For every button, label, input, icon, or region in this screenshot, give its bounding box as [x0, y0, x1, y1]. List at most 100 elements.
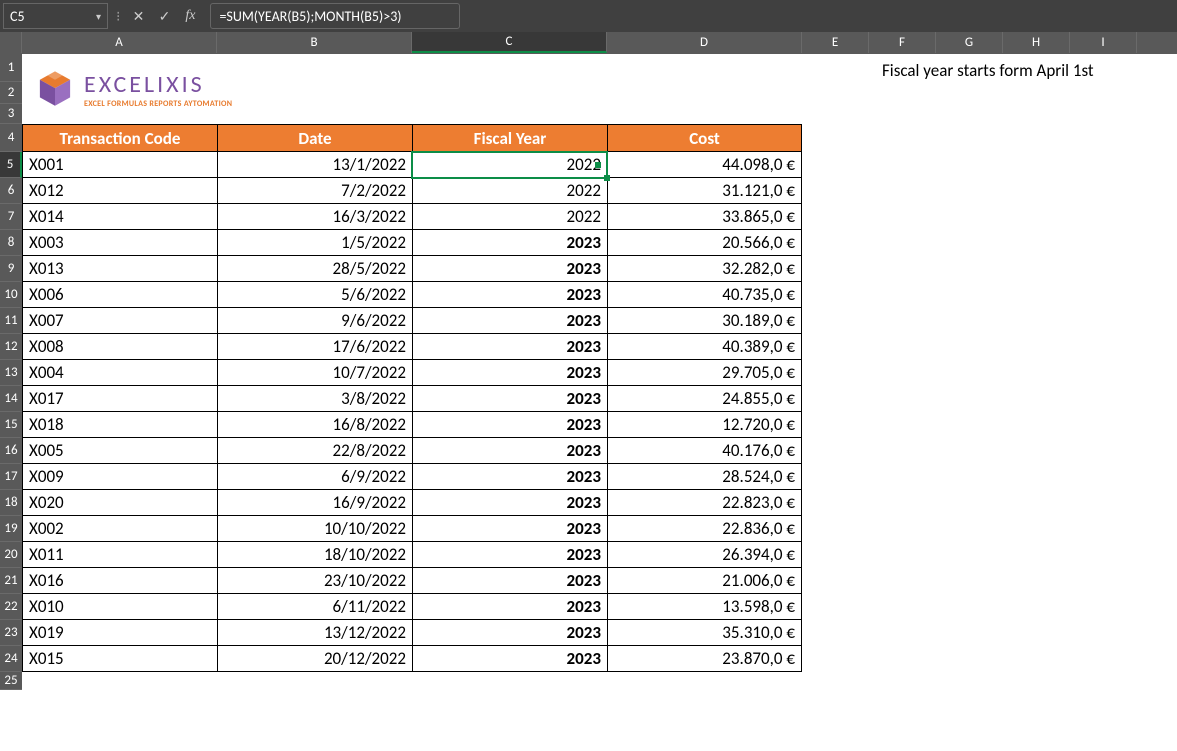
cell-fiscal-year[interactable]: 2023: [412, 542, 607, 568]
row-header-23[interactable]: 23: [0, 620, 22, 646]
cell-cost[interactable]: 28.524,0 €: [607, 464, 802, 490]
cell-code[interactable]: X006: [22, 282, 217, 308]
row-header-20[interactable]: 20: [0, 542, 22, 568]
row-header-22[interactable]: 22: [0, 594, 22, 620]
cell-code[interactable]: X004: [22, 360, 217, 386]
row-header-12[interactable]: 12: [0, 334, 22, 360]
cell-date[interactable]: 16/8/2022: [217, 412, 412, 438]
row-header-13[interactable]: 13: [0, 360, 22, 386]
col-header-H[interactable]: H: [1003, 32, 1070, 53]
cell-cost[interactable]: 33.865,0 €: [607, 204, 802, 230]
cell-fiscal-year[interactable]: 2022: [412, 152, 607, 178]
cell-date[interactable]: 13/12/2022: [217, 620, 412, 646]
cell-fiscal-year[interactable]: 2023: [412, 620, 607, 646]
cell-code[interactable]: X009: [22, 464, 217, 490]
cell-code[interactable]: X001: [22, 152, 217, 178]
cell-code[interactable]: X013: [22, 256, 217, 282]
cell-cost[interactable]: 29.705,0 €: [607, 360, 802, 386]
cell-date[interactable]: 16/3/2022: [217, 204, 412, 230]
header-fiscal-year[interactable]: Fiscal Year: [412, 124, 607, 152]
cell-code[interactable]: X007: [22, 308, 217, 334]
cancel-icon[interactable]: ✕: [128, 8, 148, 25]
name-box[interactable]: C5 ▾: [3, 3, 108, 29]
cell-cost[interactable]: 40.176,0 €: [607, 438, 802, 464]
cell-date[interactable]: 13/1/2022: [217, 152, 412, 178]
cell-fiscal-year[interactable]: 2023: [412, 256, 607, 282]
cell-code[interactable]: X017: [22, 386, 217, 412]
row-header-21[interactable]: 21: [0, 568, 22, 594]
cell-fiscal-year[interactable]: 2023: [412, 594, 607, 620]
row-header-19[interactable]: 19: [0, 516, 22, 542]
header-transaction-code[interactable]: Transaction Code: [22, 124, 217, 152]
cell-code[interactable]: X018: [22, 412, 217, 438]
cell-code[interactable]: X019: [22, 620, 217, 646]
row-header-1[interactable]: 1: [0, 54, 22, 82]
grid-content[interactable]: EXCELIXIS EXCEL FORMULAS REPORTS AYTOMAT…: [22, 54, 1177, 690]
cell-fiscal-year[interactable]: 2023: [412, 490, 607, 516]
row-header-17[interactable]: 17: [0, 464, 22, 490]
row-header-15[interactable]: 15: [0, 412, 22, 438]
row-header-5[interactable]: 5: [0, 152, 22, 178]
cell-cost[interactable]: 21.006,0 €: [607, 568, 802, 594]
cell-date[interactable]: 28/5/2022: [217, 256, 412, 282]
cell-date[interactable]: 3/8/2022: [217, 386, 412, 412]
cell-date[interactable]: 23/10/2022: [217, 568, 412, 594]
cell-cost[interactable]: 24.855,0 €: [607, 386, 802, 412]
col-header-F[interactable]: F: [869, 32, 936, 53]
row-header-7[interactable]: 7: [0, 204, 22, 230]
cell-date[interactable]: 6/9/2022: [217, 464, 412, 490]
row-header-8[interactable]: 8: [0, 230, 22, 256]
cell-date[interactable]: 20/12/2022: [217, 646, 412, 672]
cell-fiscal-year[interactable]: 2023: [412, 412, 607, 438]
fill-handle[interactable]: [604, 175, 610, 181]
cell-code[interactable]: X014: [22, 204, 217, 230]
cell-cost[interactable]: 44.098,0 €: [607, 152, 802, 178]
cell-fiscal-year[interactable]: 2023: [412, 516, 607, 542]
cell-fiscal-year[interactable]: 2023: [412, 386, 607, 412]
row-header-3[interactable]: 3: [0, 104, 22, 124]
cell-date[interactable]: 7/2/2022: [217, 178, 412, 204]
note-text[interactable]: Fiscal year starts form April 1st: [882, 60, 1094, 81]
fx-icon[interactable]: fx: [180, 8, 200, 24]
row-header-2[interactable]: 2: [0, 82, 22, 104]
cell-date[interactable]: 22/8/2022: [217, 438, 412, 464]
cell-cost[interactable]: 26.394,0 €: [607, 542, 802, 568]
cell-date[interactable]: 5/6/2022: [217, 282, 412, 308]
cell-cost[interactable]: 40.389,0 €: [607, 334, 802, 360]
row-header-11[interactable]: 11: [0, 308, 22, 334]
cell-cost[interactable]: 20.566,0 €: [607, 230, 802, 256]
cell-cost[interactable]: 12.720,0 €: [607, 412, 802, 438]
cell-date[interactable]: 9/6/2022: [217, 308, 412, 334]
row-header-14[interactable]: 14: [0, 386, 22, 412]
cell-date[interactable]: 10/7/2022: [217, 360, 412, 386]
cell-fiscal-year[interactable]: 2023: [412, 438, 607, 464]
cell-fiscal-year[interactable]: 2023: [412, 646, 607, 672]
cell-code[interactable]: X008: [22, 334, 217, 360]
cell-cost[interactable]: 22.836,0 €: [607, 516, 802, 542]
cell-cost[interactable]: 31.121,0 €: [607, 178, 802, 204]
select-all-corner[interactable]: [0, 32, 22, 53]
cell-code[interactable]: X020: [22, 490, 217, 516]
header-cost[interactable]: Cost: [607, 124, 802, 152]
row-header-16[interactable]: 16: [0, 438, 22, 464]
header-date[interactable]: Date: [217, 124, 412, 152]
cell-fiscal-year[interactable]: 2023: [412, 282, 607, 308]
row-header-25[interactable]: 25: [0, 672, 22, 690]
row-header-18[interactable]: 18: [0, 490, 22, 516]
col-header-C[interactable]: C: [412, 32, 607, 53]
cell-date[interactable]: 6/11/2022: [217, 594, 412, 620]
formula-input[interactable]: =SUM(YEAR(B5);MONTH(B5)>3): [210, 3, 460, 29]
col-header-D[interactable]: D: [607, 32, 802, 53]
cell-date[interactable]: 17/6/2022: [217, 334, 412, 360]
cell-code[interactable]: X012: [22, 178, 217, 204]
cell-fiscal-year[interactable]: 2023: [412, 334, 607, 360]
cell-fiscal-year[interactable]: 2023: [412, 360, 607, 386]
cell-cost[interactable]: 23.870,0 €: [607, 646, 802, 672]
col-header-G[interactable]: G: [936, 32, 1003, 53]
row-header-9[interactable]: 9: [0, 256, 22, 282]
cell-fiscal-year[interactable]: 2023: [412, 464, 607, 490]
cell-cost[interactable]: 32.282,0 €: [607, 256, 802, 282]
cell-fiscal-year[interactable]: 2022: [412, 178, 607, 204]
row-header-10[interactable]: 10: [0, 282, 22, 308]
cell-date[interactable]: 1/5/2022: [217, 230, 412, 256]
